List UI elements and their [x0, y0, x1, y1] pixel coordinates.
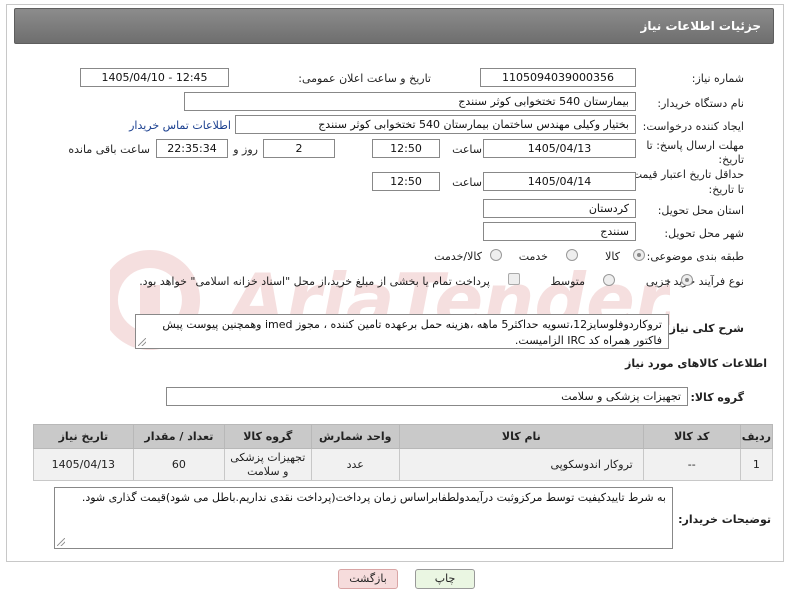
description-textarea[interactable]: تروکاردوفلوسایز12،تسویه حداکثر5 ماهه ،هز… — [135, 314, 669, 349]
back-button[interactable]: بازگشت — [338, 569, 398, 589]
page-title: جزئیات اطلاعات نیاز — [14, 8, 774, 44]
col-header-code: کد کالا — [642, 424, 741, 449]
time-remaining-field: 22:35:34 — [156, 139, 228, 158]
buyer-notes-text: به شرط تاییدکیفیت توسط مرکزوثبت درآیمدول… — [81, 491, 666, 504]
category-radio-service[interactable] — [566, 249, 578, 261]
treasury-payment-checkbox[interactable] — [508, 273, 520, 285]
resize-grip-icon[interactable] — [57, 538, 65, 546]
treasury-payment-note: پرداخت تمام یا بخشی از مبلغ خرید،از محل … — [139, 275, 490, 288]
cell-name: تروکار اندوسکوپی — [398, 448, 644, 481]
process-option-medium: متوسط — [550, 275, 585, 288]
deadline-label-2: تاریخ: — [718, 153, 744, 166]
goods-info-title: اطلاعات کالاهای مورد نیاز — [625, 357, 767, 370]
city-label: شهر محل تحویل: — [664, 227, 744, 240]
col-header-date: تاریخ نیاز — [33, 424, 134, 449]
category-option-goods: کالا — [605, 250, 620, 263]
col-header-row: ردیف — [739, 424, 774, 449]
print-button[interactable]: چاپ — [415, 569, 475, 589]
category-radio-goods-service[interactable] — [490, 249, 502, 261]
resize-grip-icon[interactable] — [138, 338, 146, 346]
category-option-service: خدمت — [518, 250, 548, 263]
price-valid-label-1: حداقل تاریخ اعتبار قیمت: — [628, 168, 744, 181]
table-row: 1 -- تروکار اندوسکوپی عدد تجهیزات پزشکی … — [33, 448, 774, 481]
buyer-org-label: نام دستگاه خریدار: — [657, 97, 744, 110]
table-header-row: ردیف کد کالا نام کالا واحد شمارش گروه کا… — [33, 424, 774, 449]
creator-field: بختیار وکیلی مهندس ساختمان بیمارستان 540… — [235, 115, 636, 134]
deadline-time-label: ساعت — [452, 143, 482, 156]
goods-group-field: تجهیزات پزشکی و سلامت — [166, 387, 688, 406]
province-field: کردستان — [483, 199, 636, 218]
deadline-date-field: 1405/04/13 — [483, 139, 636, 158]
category-radio-goods[interactable] — [633, 249, 645, 261]
description-text: تروکاردوفلوسایز12،تسویه حداکثر5 ماهه ،هز… — [162, 318, 662, 347]
col-header-unit: واحد شمارش — [310, 424, 400, 449]
price-valid-label-2: تا تاریخ: — [708, 183, 744, 196]
days-remaining-field: 2 — [263, 139, 335, 158]
days-label: روز و — [233, 143, 258, 156]
buyer-notes-textarea[interactable]: به شرط تاییدکیفیت توسط مرکزوثبت درآیمدول… — [54, 487, 673, 549]
deadline-time-field: 12:50 — [372, 139, 440, 158]
announce-label: تاریخ و ساعت اعلان عمومی: — [298, 72, 431, 85]
buyer-notes-label: توضیحات خریدار: — [678, 513, 771, 526]
items-table: ردیف کد کالا نام کالا واحد شمارش گروه کا… — [33, 424, 774, 481]
goods-group-label: گروه کالا: — [690, 391, 744, 404]
process-radio-medium[interactable] — [603, 274, 615, 286]
need-number-label: شماره نیاز: — [691, 72, 744, 85]
cell-unit: عدد — [310, 448, 400, 481]
col-header-name: نام کالا — [398, 424, 644, 449]
creator-label: ایجاد کننده درخواست: — [642, 120, 744, 133]
process-label: نوع فرآیند خرید : — [666, 275, 744, 288]
category-label: طبقه بندی موضوعی: — [646, 250, 744, 263]
cell-group: تجهیزات پزشکی و سلامت — [224, 448, 312, 481]
province-label: استان محل تحویل: — [657, 204, 744, 217]
remaining-label: ساعت باقی مانده — [68, 143, 150, 156]
buyer-contact-link[interactable]: اطلاعات تماس خریدار — [129, 119, 231, 132]
price-valid-time-field: 12:50 — [372, 172, 440, 191]
price-valid-date-field: 1405/04/14 — [483, 172, 636, 191]
city-field: سنندج — [483, 222, 636, 241]
cell-date: 1405/04/13 — [33, 448, 134, 481]
price-valid-time-label: ساعت — [452, 176, 482, 189]
cell-code: -- — [642, 448, 741, 481]
description-label: شرح کلی نیاز: — [665, 322, 744, 335]
cell-qty: 60 — [132, 448, 226, 481]
process-option-minor: جزیی — [645, 275, 671, 288]
deadline-label-1: مهلت ارسال پاسخ: تا — [646, 139, 744, 152]
process-radio-minor[interactable] — [681, 274, 693, 286]
category-option-goods-service: کالا/خدمت — [434, 250, 482, 263]
announce-field: 1405/04/10 - 12:45 — [80, 68, 229, 87]
need-number-field: 1105094039000356 — [480, 68, 636, 87]
cell-row-number: 1 — [739, 448, 774, 481]
col-header-group: گروه کالا — [224, 424, 312, 449]
buyer-org-field: بیمارستان 540 تختخوابی کوثر سنندج — [184, 92, 636, 111]
col-header-qty: تعداد / مقدار — [132, 424, 226, 449]
